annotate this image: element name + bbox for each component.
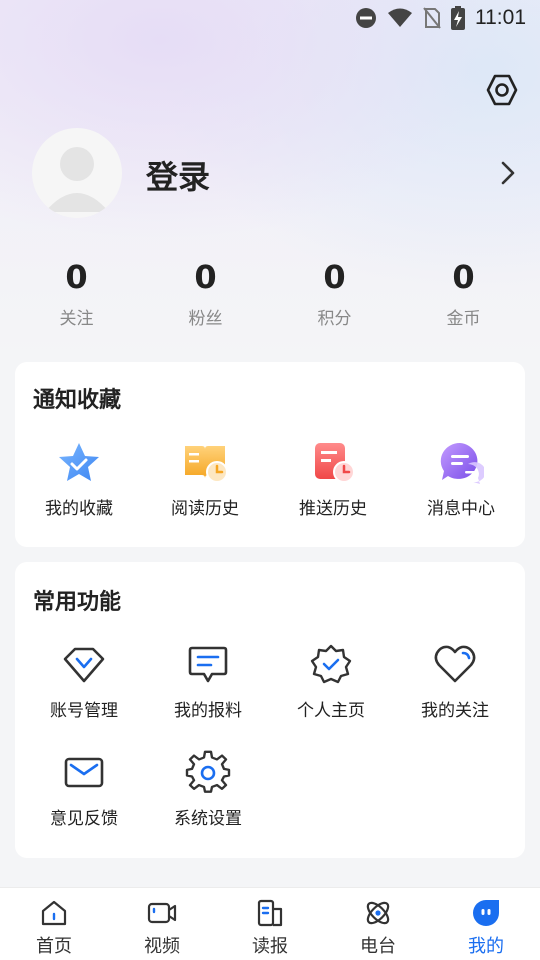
star-icon (59, 443, 99, 481)
tab-mine[interactable]: 我的 (432, 888, 540, 960)
message-center-icon (440, 442, 484, 484)
notify-card: 通知收藏 我的收藏 阅读历史 推送历史 消息中心 (15, 362, 525, 547)
mail-icon (64, 757, 104, 788)
bottom-tab-bar: 首页 视频 读报 电台 我的 (0, 887, 540, 960)
stat-label: 积分 (317, 309, 352, 329)
stat-label: 金币 (446, 309, 481, 329)
item-label: 阅读历史 (171, 499, 239, 519)
common-card: 常用功能 账号管理 我的报料 个人主页 我的关注 意见反馈 系统设置 (15, 562, 525, 858)
item-label: 我的关注 (421, 701, 489, 721)
my-report-item[interactable]: 我的报料 (144, 642, 272, 721)
tab-video[interactable]: 视频 (108, 888, 216, 960)
stat-fans[interactable]: 0 粉丝 (141, 258, 270, 330)
stat-value: 0 (65, 258, 88, 296)
status-time: 11:01 (475, 6, 526, 29)
newspaper-icon (257, 899, 283, 927)
default-avatar-icon[interactable] (32, 128, 122, 218)
item-label: 消息中心 (427, 499, 495, 519)
heart-icon (434, 645, 476, 683)
push-history-icon (315, 443, 355, 483)
message-center-item[interactable]: 消息中心 (397, 440, 525, 519)
favorites-item[interactable]: 我的收藏 (15, 440, 143, 519)
login-label[interactable]: 登录 (146, 152, 210, 198)
settings-button[interactable] (484, 72, 520, 108)
wifi-icon (388, 8, 412, 27)
push-history-item[interactable]: 推送历史 (269, 440, 397, 519)
tab-label: 首页 (36, 936, 72, 957)
tab-label: 我的 (468, 936, 504, 957)
my-follows-item[interactable]: 我的关注 (391, 642, 519, 721)
tab-newspaper[interactable]: 读报 (216, 888, 324, 960)
item-label: 我的报料 (174, 701, 242, 721)
profile-section[interactable]: 登录 (32, 128, 522, 218)
stat-coins[interactable]: 0 金币 (399, 258, 528, 330)
stats-row: 0 关注 0 粉丝 0 积分 0 金币 (12, 258, 528, 330)
video-icon (147, 902, 177, 924)
item-label: 个人主页 (297, 701, 365, 721)
settings-hexagon-icon (486, 74, 518, 106)
stat-follow[interactable]: 0 关注 (12, 258, 141, 330)
system-settings-item[interactable]: 系统设置 (144, 750, 272, 829)
item-label: 推送历史 (299, 499, 367, 519)
book-history-icon (185, 446, 228, 483)
feedback-item[interactable]: 意见反馈 (20, 750, 148, 829)
dnd-icon (356, 8, 376, 28)
account-management-item[interactable]: 账号管理 (20, 642, 148, 721)
stat-label: 粉丝 (188, 309, 223, 329)
tab-radio[interactable]: 电台 (324, 888, 432, 960)
verified-badge-icon (310, 644, 352, 684)
chevron-right-icon[interactable] (498, 160, 518, 186)
personal-homepage-item[interactable]: 个人主页 (267, 642, 395, 721)
status-bar: 11:01 (0, 0, 540, 36)
item-label: 账号管理 (50, 701, 118, 721)
tab-home[interactable]: 首页 (0, 888, 108, 960)
gear-icon (185, 750, 231, 793)
tab-label: 读报 (252, 936, 288, 957)
item-label: 意见反馈 (50, 809, 118, 829)
stat-value: 0 (452, 258, 475, 296)
read-history-item[interactable]: 阅读历史 (141, 440, 269, 519)
item-label: 系统设置 (174, 809, 242, 829)
stat-points[interactable]: 0 积分 (270, 258, 399, 330)
stat-label: 关注 (59, 309, 94, 329)
item-label: 我的收藏 (45, 499, 113, 519)
no-sim-icon (423, 7, 441, 29)
tab-label: 视频 (144, 936, 180, 957)
mine-icon (473, 900, 499, 926)
radio-icon (366, 901, 390, 925)
home-icon (41, 900, 67, 926)
stat-value: 0 (323, 258, 346, 296)
card-title: 常用功能 (33, 590, 122, 615)
account-diamond-icon (63, 647, 105, 683)
report-message-icon (188, 646, 228, 683)
tab-label: 电台 (360, 936, 396, 957)
card-title: 通知收藏 (33, 388, 122, 413)
stat-value: 0 (194, 258, 217, 296)
battery-charging-icon (451, 6, 465, 30)
